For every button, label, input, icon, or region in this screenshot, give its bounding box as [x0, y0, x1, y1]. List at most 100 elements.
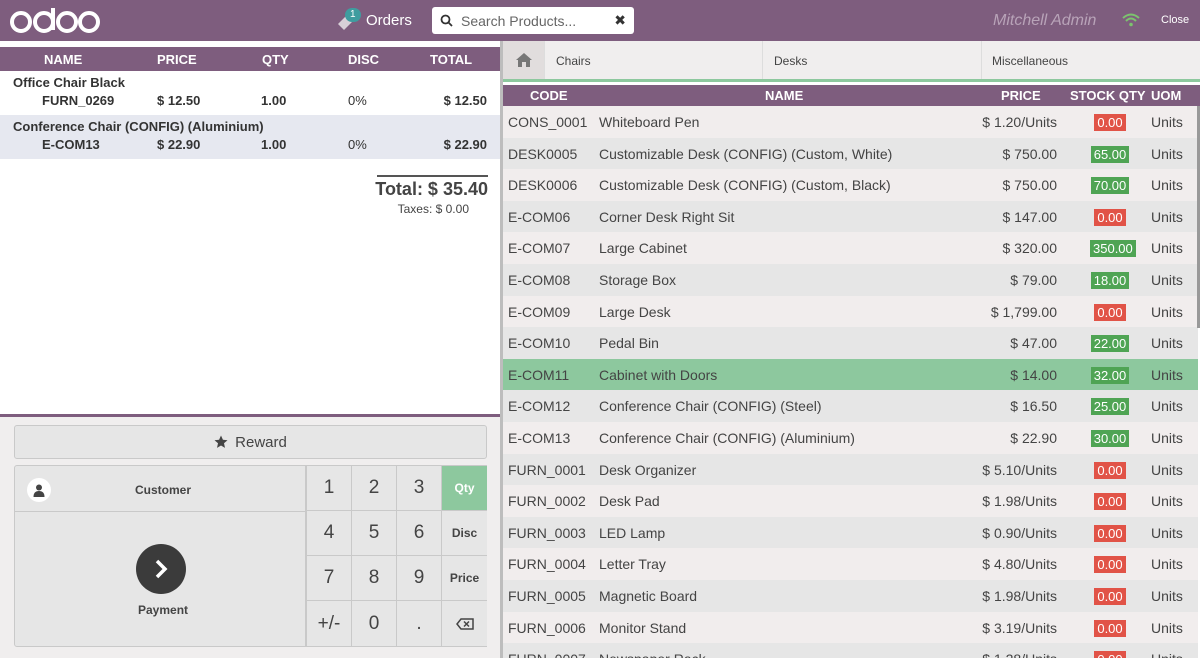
product-row[interactable]: FURN_0006 Monitor Stand $ 3.19/Units 0.00 Un…	[503, 611, 1198, 644]
order-line-selected[interactable]: Conference Chair (CONFIG) (Aluminium) E-…	[0, 115, 500, 159]
category-miscellaneous[interactable]: Miscellaneous	[982, 41, 1200, 79]
key-5[interactable]: 5	[351, 511, 396, 556]
backspace-button[interactable]	[441, 601, 487, 646]
orders-count-badge: 1	[345, 8, 361, 22]
payment-button[interactable]	[136, 544, 186, 594]
product-price: $ 79.00	[1010, 272, 1057, 288]
product-code: E-COM07	[508, 240, 571, 257]
product-stock: 0.00	[1090, 588, 1130, 605]
key-0[interactable]: 0	[351, 601, 396, 646]
product-price: $ 4.80/Units	[982, 556, 1057, 573]
product-row[interactable]: FURN_0004 Letter Tray $ 4.80/Units 0.00 Unit…	[503, 548, 1198, 580]
product-row[interactable]: E-COM09 Large Desk $ 1,799.00 0.00 Units	[503, 295, 1198, 328]
total-divider	[377, 175, 488, 177]
product-row[interactable]: FURN_0002 Desk Pad $ 1.98/Units 0.00 Units	[503, 485, 1198, 517]
customer-button[interactable]: Customer	[15, 466, 307, 512]
category-bar: Chairs Desks Miscellaneous	[503, 41, 1200, 82]
product-stock: 30.00	[1090, 430, 1130, 447]
orders-label: Orders	[366, 11, 412, 29]
product-price: $ 3.19/Units	[982, 619, 1057, 636]
clear-search-icon[interactable]: ✖	[614, 12, 626, 29]
key-decimal[interactable]: .	[396, 601, 441, 646]
stock-badge: 0.00	[1094, 461, 1126, 479]
product-uom: Units	[1151, 208, 1183, 225]
stock-badge: 18.00	[1090, 272, 1130, 289]
product-name: Desk Pad	[599, 493, 660, 510]
product-row[interactable]: E-COM06 Corner Desk Right Sit $ 147.00 0.00…	[503, 200, 1198, 233]
category-chairs[interactable]: Chairs	[546, 41, 763, 79]
category-desks[interactable]: Desks	[764, 41, 982, 79]
key-2[interactable]: 2	[351, 466, 396, 511]
key-9[interactable]: 9	[396, 556, 441, 601]
stock-badge: 0.00	[1094, 114, 1126, 131]
product-stock: 0.00	[1090, 461, 1130, 479]
product-price: $ 16.50	[1010, 398, 1057, 415]
col-total: TOTAL	[430, 52, 473, 67]
product-price: $ 5.10/Units	[982, 461, 1057, 478]
product-row[interactable]: FURN_0001 Desk Organizer $ 5.10/Units 0.00 U…	[503, 453, 1198, 486]
product-stock: 0.00	[1090, 651, 1130, 658]
stock-badge: 0.00	[1094, 588, 1126, 605]
product-name: Large Desk	[599, 303, 671, 320]
stock-badge: 32.00	[1090, 366, 1130, 384]
product-uom: Units	[1151, 272, 1183, 288]
product-name: Magnetic Board	[599, 588, 698, 604]
order-total: Total: $ 35.40	[375, 179, 488, 199]
product-stock: 350.00	[1090, 240, 1136, 258]
search-input[interactable]	[461, 12, 601, 29]
product-price: $ 1.28/Units	[982, 651, 1057, 658]
product-uom: Units	[1151, 145, 1183, 162]
mode-qty-button[interactable]: Qty	[441, 466, 487, 511]
product-stock: 70.00	[1090, 177, 1130, 195]
close-button[interactable]: Close	[1161, 14, 1189, 26]
col-name: NAME	[44, 52, 83, 67]
key-8[interactable]: 8	[351, 556, 396, 601]
product-row[interactable]: DESK0006 Customizable Desk (CONFIG) (Cust…	[503, 169, 1198, 201]
chevron-right-icon	[155, 559, 168, 579]
product-stock: 0.00	[1090, 524, 1130, 542]
product-row[interactable]: E-COM11 Cabinet with Doors $ 14.00 32.00 Uni…	[503, 358, 1198, 391]
product-name: Storage Box	[599, 272, 677, 288]
customer-payment-block: Customer Payment	[14, 465, 307, 647]
product-row[interactable]: E-COM10 Pedal Bin $ 47.00 22.00 Units	[503, 327, 1198, 359]
customer-label: Customer	[135, 483, 192, 497]
user-name: Mitchell Admin	[993, 12, 1097, 29]
order-line-qty: 1.00	[261, 137, 287, 152]
order-line-name: Office Chair Black	[13, 75, 125, 90]
product-row[interactable]: DESK0005 Customizable Desk (CONFIG) (Cust…	[503, 137, 1198, 170]
key-6[interactable]: 6	[396, 511, 441, 556]
search-box[interactable]: ✖	[432, 7, 634, 34]
stock-badge: 0.00	[1094, 303, 1126, 321]
product-row[interactable]: FURN_0007 Newspaper Rack $ 1.28/Units 0.00 U…	[503, 643, 1198, 658]
key-7[interactable]: 7	[306, 556, 351, 601]
product-name: Conference Chair (CONFIG) (Steel)	[599, 398, 822, 415]
order-line-code: E-COM13	[42, 137, 100, 152]
order-line-disc: 0%	[348, 93, 367, 108]
product-row[interactable]: CONS_0001 Whiteboard Pen $ 1.20/Units 0.00 U…	[503, 106, 1198, 138]
reward-button[interactable]: Reward	[14, 425, 487, 459]
key-4[interactable]: 4	[306, 511, 351, 556]
order-line[interactable]: Office Chair Black FURN_0269 $ 12.50 1.0…	[0, 71, 500, 115]
home-category-button[interactable]	[503, 41, 545, 79]
product-row[interactable]: E-COM12 Conference Chair (CONFIG) (Steel)…	[503, 390, 1198, 422]
key-3[interactable]: 3	[396, 466, 441, 511]
ticket-icon: 1	[336, 8, 361, 31]
product-row[interactable]: E-COM13 Conference Chair (CONFIG) (Alumin…	[503, 422, 1198, 454]
mode-disc-button[interactable]: Disc	[441, 511, 487, 556]
product-price: $ 750.00	[1002, 177, 1058, 194]
product-code: FURN_0002	[508, 493, 586, 510]
key-1[interactable]: 1	[306, 466, 351, 511]
order-line-total: $ 12.50	[443, 93, 487, 108]
product-uom: Units	[1151, 240, 1183, 257]
product-row[interactable]: E-COM08 Storage Box $ 79.00 18.00 Units	[503, 264, 1198, 296]
product-row[interactable]: FURN_0003 LED Lamp $ 0.90/Units 0.00 Units	[503, 516, 1198, 549]
product-row[interactable]: FURN_0005 Magnetic Board $ 1.98/Units 0.00 U…	[503, 580, 1198, 612]
top-bar: 1 Orders ✖ Mitchell Admin Close	[0, 0, 1200, 41]
product-row[interactable]: E-COM07 Large Cabinet $ 320.00 350.00 Units	[503, 232, 1198, 264]
orders-button[interactable]: 1 Orders	[336, 8, 412, 32]
key-plus-minus[interactable]: +/-	[306, 601, 351, 646]
product-stock: 0.00	[1090, 303, 1130, 321]
product-code: E-COM10	[508, 335, 571, 352]
mode-price-button[interactable]: Price	[441, 556, 487, 601]
product-uom: Units	[1151, 335, 1183, 352]
